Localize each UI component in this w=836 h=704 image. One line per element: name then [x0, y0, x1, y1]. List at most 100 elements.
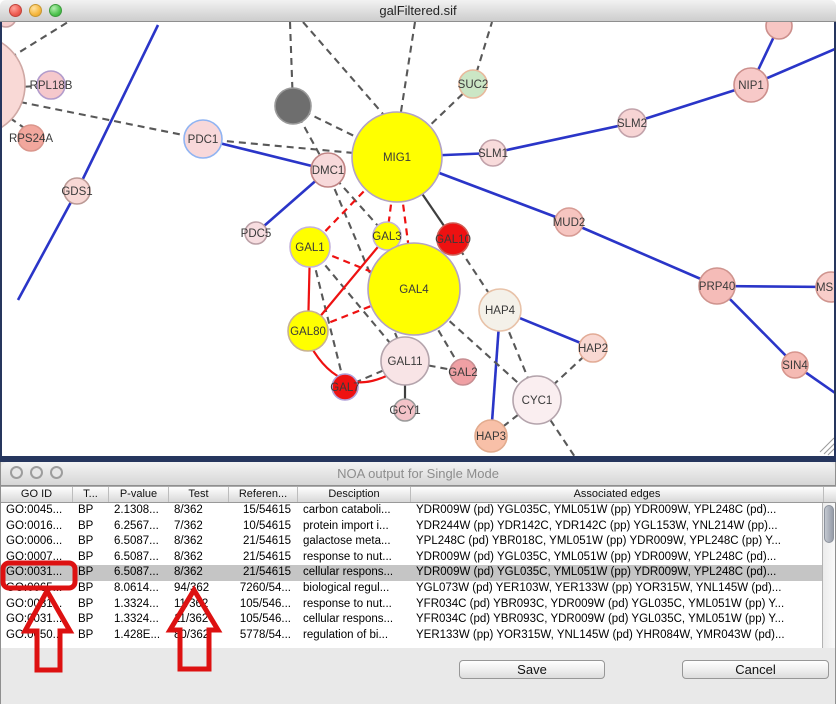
node-label: GAL2: [448, 367, 477, 379]
node-label: GCY1: [389, 405, 420, 417]
network-canvas[interactable]: RPL18BRPS24AGDS1PDC1DMC1MIG1SUC2SLM1SLM2…: [0, 22, 836, 462]
cell: YDR009W (pd) YGL035C, YML051W (pp) YDR00…: [411, 503, 824, 519]
zoom-button[interactable]: [50, 466, 63, 479]
column-header-3[interactable]: Test: [169, 487, 229, 502]
edge-dashed[interactable]: [400, 22, 415, 118]
cell: GO:0016...: [1, 519, 73, 535]
scrollbar-thumb[interactable]: [824, 505, 834, 543]
cell: 7260/54...: [229, 581, 298, 597]
table-row[interactable]: GO:0007...BP6.5087...8/36221/54615respon…: [1, 550, 824, 566]
node-label: GAL11: [388, 356, 423, 368]
cell: YDR009W (pd) YGL035C, YML051W (pp) YDR00…: [411, 565, 824, 581]
cell: BP: [73, 550, 109, 566]
column-header-4[interactable]: Referen...: [229, 487, 298, 502]
cell: 8/362: [169, 534, 229, 550]
node-unlabeled[interactable]: [275, 88, 311, 124]
cell: 5778/54...: [229, 628, 298, 644]
node-unlabeled[interactable]: [766, 22, 792, 39]
cell: cellular respons...: [298, 612, 411, 628]
close-button[interactable]: [9, 4, 22, 17]
cell: GO:0031...: [1, 565, 73, 581]
cell: BP: [73, 581, 109, 597]
edge-pp[interactable]: [77, 25, 158, 191]
cell: BP: [73, 534, 109, 550]
minimize-button[interactable]: [30, 466, 43, 479]
cancel-button[interactable]: Cancel: [682, 660, 829, 679]
graph-window: galFiltered.sif RPL18BRPS24AGDS1PDC1DMC1…: [0, 0, 836, 22]
cell: 6.2567...: [109, 519, 169, 535]
node-label: GAL7: [330, 382, 359, 394]
edge-dashed[interactable]: [10, 22, 68, 58]
edge-pp[interactable]: [632, 85, 751, 123]
cell: response to nut...: [298, 597, 411, 613]
table-row[interactable]: GO:0016...BP6.2567...7/36210/54615protei…: [1, 519, 824, 535]
cell: GO:0050...: [1, 628, 73, 644]
cell: YGL073W (pd) YER103W, YER133W (pp) YOR31…: [411, 581, 824, 597]
noa-window-titlebar[interactable]: NOA output for Single Mode: [1, 462, 835, 486]
cell: GO:0031...: [1, 597, 73, 613]
zoom-button[interactable]: [49, 4, 62, 17]
cell: 21/54615: [229, 550, 298, 566]
table-row[interactable]: GO:0031...BP1.3324...11/362105/546...res…: [1, 597, 824, 613]
cell: 21/54615: [229, 534, 298, 550]
node-label: RPL18B: [30, 80, 73, 92]
minimize-button[interactable]: [29, 4, 42, 17]
edge-pp[interactable]: [493, 123, 632, 153]
edge-pp[interactable]: [18, 191, 77, 300]
cell: 94/362: [169, 581, 229, 597]
close-button[interactable]: [10, 466, 23, 479]
cell: BP: [73, 612, 109, 628]
graph-window-titlebar[interactable]: galFiltered.sif: [0, 0, 836, 22]
save-button[interactable]: Save: [459, 660, 605, 679]
graph-window-title: galFiltered.sif: [0, 3, 836, 18]
cell: galactose meta...: [298, 534, 411, 550]
table-row[interactable]: GO:0031...BP1.3324...11/362105/546...cel…: [1, 612, 824, 628]
cell: carbon cataboli...: [298, 503, 411, 519]
cell: 1.3324...: [109, 612, 169, 628]
column-header-0[interactable]: GO ID: [1, 487, 73, 502]
cell: 80/362: [169, 628, 229, 644]
cell: 7/362: [169, 519, 229, 535]
table-scrollbar[interactable]: [822, 503, 835, 648]
cell: 105/546...: [229, 597, 298, 613]
cell: GO:0065...: [1, 581, 73, 597]
cell: BP: [73, 503, 109, 519]
cell: response to nut...: [298, 550, 411, 566]
node-label: SUC2: [458, 79, 489, 91]
cell: 105/546...: [229, 612, 298, 628]
noa-traffic-lights: [10, 466, 63, 479]
resize-grip[interactable]: [820, 438, 834, 452]
cell: 8/362: [169, 550, 229, 566]
edge-pp[interactable]: [569, 222, 717, 286]
node-unlabeled[interactable]: [2, 22, 16, 27]
table-row[interactable]: GO:0065...BP8.0614...94/3627260/54...bio…: [1, 581, 824, 597]
edge-dashed[interactable]: [303, 22, 390, 122]
node-label: NIP1: [738, 80, 764, 92]
table-row[interactable]: GO:0045...BP2.1308...8/36215/54615carbon…: [1, 503, 824, 519]
cell: BP: [73, 519, 109, 535]
column-header-5[interactable]: Desciption: [298, 487, 411, 502]
cell: YFR034C (pd) YBR093C, YDR009W (pd) YGL03…: [411, 597, 824, 613]
node-label: DMC1: [312, 165, 345, 177]
column-header-6[interactable]: Associated edges: [411, 487, 824, 502]
node-label: GAL1: [295, 242, 324, 254]
cell: GO:0007...: [1, 550, 73, 566]
resize-grip[interactable]: [824, 443, 834, 454]
cell: YER133W (pp) YOR315W, YNL145W (pd) YHR08…: [411, 628, 824, 644]
node-label: SLM2: [617, 118, 647, 130]
table-row[interactable]: GO:0031...BP6.5087...8/36221/54615cellul…: [1, 565, 824, 581]
node-label: PDC5: [241, 228, 272, 240]
cell: 15/54615: [229, 503, 298, 519]
cell: 8/362: [169, 565, 229, 581]
node-label: RPS24A: [9, 133, 53, 145]
cell: BP: [73, 628, 109, 644]
column-header-1[interactable]: T...: [73, 487, 109, 502]
cell: YPL248C (pd) YBR018C, YML051W (pp) YDR00…: [411, 534, 824, 550]
column-header-2[interactable]: P-value: [109, 487, 169, 502]
cell: protein import i...: [298, 519, 411, 535]
cell: 6.5087...: [109, 565, 169, 581]
table-row[interactable]: GO:0050...BP1.428E...80/3625778/54...reg…: [1, 628, 824, 644]
table-row[interactable]: GO:0006...BP6.5087...8/36221/54615galact…: [1, 534, 824, 550]
cell: 1.3324...: [109, 597, 169, 613]
cell: 10/54615: [229, 519, 298, 535]
